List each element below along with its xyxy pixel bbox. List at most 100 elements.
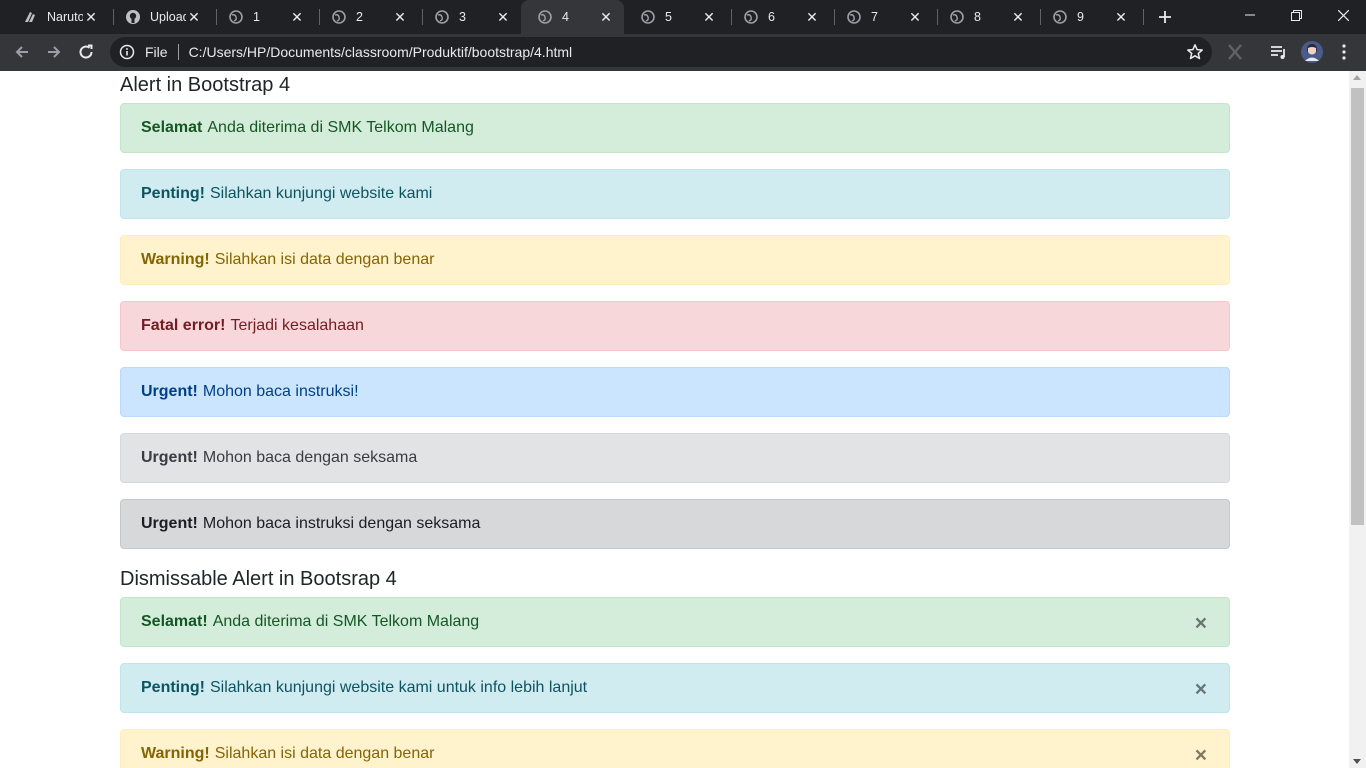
- close-icon[interactable]: ✕: [1010, 9, 1026, 25]
- dismissable-alert-warning: Warning! Silahkan isi data dengan benar …: [120, 729, 1230, 768]
- section-title-dismissable: Dismissable Alert in Bootsrap 4: [120, 568, 397, 590]
- close-icon[interactable]: ✕: [83, 9, 99, 25]
- tab-title: 9: [1077, 10, 1084, 24]
- alert-success: Selamat Anda diterima di SMK Telkom Mala…: [120, 103, 1230, 153]
- alert-strong: Selamat!: [141, 613, 208, 630]
- alert-text: Mohon baca dengan seksama: [202, 449, 418, 466]
- globe-icon: [846, 9, 862, 25]
- scrollbar-thumb[interactable]: [1351, 88, 1364, 525]
- alert-text: Silahkan isi data dengan benar: [214, 251, 435, 268]
- alert-text: Mohon baca instruksi dengan seksama: [202, 515, 481, 532]
- tab-3[interactable]: 3 ✕: [418, 0, 521, 34]
- globe-icon: [434, 9, 450, 25]
- reload-button[interactable]: [72, 38, 100, 66]
- alert-strong: Penting!: [141, 679, 205, 696]
- tab-title: 5: [665, 10, 672, 24]
- alert-strong: Urgent!: [141, 383, 198, 400]
- tab-8[interactable]: 8 ✕: [933, 0, 1036, 34]
- close-icon[interactable]: ✕: [1113, 9, 1129, 25]
- close-icon[interactable]: ✕: [495, 9, 511, 25]
- alert-text: Silahkan isi data dengan benar: [214, 745, 435, 762]
- page-viewport: Alert in Bootstrap 4 Selamat Anda diteri…: [0, 71, 1349, 768]
- alert-close-button[interactable]: ×: [1195, 745, 1207, 766]
- address-bar[interactable]: File C:/Users/HP/Documents/classroom/Pro…: [110, 37, 1212, 67]
- tab-5[interactable]: 5 ✕: [624, 0, 727, 34]
- new-tab-button[interactable]: [1153, 5, 1177, 29]
- tab-title: 2: [356, 10, 363, 24]
- restore-button[interactable]: [1273, 0, 1319, 30]
- url-text[interactable]: C:/Users/HP/Documents/classroom/Produkti…: [189, 44, 573, 60]
- alert-strong: Urgent!: [141, 449, 198, 466]
- bookmark-star-icon[interactable]: [1186, 43, 1204, 61]
- vertical-scrollbar[interactable]: [1349, 71, 1366, 768]
- extension-x-icon[interactable]: [1225, 42, 1245, 62]
- scroll-up-arrow-icon[interactable]: [1353, 75, 1361, 80]
- globe-icon: [1052, 9, 1068, 25]
- tab-naruto[interactable]: Naruto ✕: [6, 0, 109, 34]
- github-icon: [125, 9, 141, 25]
- tab-2[interactable]: 2 ✕: [315, 0, 418, 34]
- dismissable-alert-success: Selamat! Anda diterima di SMK Telkom Mal…: [120, 597, 1230, 647]
- alert-strong: Warning!: [141, 251, 210, 268]
- tab-title: 1: [253, 10, 260, 24]
- alert-text: Terjadi kesalahaan: [230, 317, 364, 334]
- globe-icon: [640, 9, 656, 25]
- alert-strong: Urgent!: [141, 515, 198, 532]
- alert-dark: Urgent! Mohon baca instruksi dengan seks…: [120, 499, 1230, 549]
- tab-title: Upload: [150, 10, 186, 24]
- tab-7[interactable]: 7 ✕: [830, 0, 933, 34]
- globe-icon: [228, 9, 244, 25]
- tab-4-active[interactable]: 4 ✕: [521, 0, 624, 34]
- close-icon[interactable]: ✕: [598, 9, 614, 25]
- globe-icon: [331, 9, 347, 25]
- browser-toolbar: File C:/Users/HP/Documents/classroom/Pro…: [0, 34, 1366, 71]
- globe-icon: [537, 9, 553, 25]
- tab-title: Naruto: [47, 10, 83, 24]
- tab-1[interactable]: 1 ✕: [212, 0, 315, 34]
- tab-strip: Naruto ✕ Upload ✕ 1 ✕ 2 ✕ 3 ✕ 4 ✕ 5 ✕ 6: [0, 0, 1366, 34]
- alert-text: Anda diterima di SMK Telkom Malang: [212, 613, 480, 630]
- alert-secondary: Urgent! Mohon baca dengan seksama: [120, 433, 1230, 483]
- alert-text: Mohon baca instruksi!: [202, 383, 359, 400]
- close-icon[interactable]: ✕: [701, 9, 717, 25]
- alert-text: Silahkan kunjungi website kami: [210, 185, 433, 202]
- alert-strong: Selamat: [141, 119, 203, 136]
- alert-strong: Warning!: [141, 745, 210, 762]
- alert-strong: Fatal error!: [141, 317, 226, 334]
- info-icon[interactable]: [119, 44, 135, 60]
- alert-close-button[interactable]: ×: [1195, 679, 1207, 700]
- forward-button[interactable]: [40, 38, 68, 66]
- close-icon[interactable]: ✕: [804, 9, 820, 25]
- tab-title: 8: [974, 10, 981, 24]
- alert-text: Silahkan kunjungi website kami untuk inf…: [210, 679, 588, 696]
- close-icon[interactable]: ✕: [186, 9, 202, 25]
- avatar[interactable]: [1300, 40, 1324, 64]
- scheme-label: File: [145, 44, 168, 60]
- alert-warning: Warning! Silahkan isi data dengan benar: [120, 235, 1230, 285]
- alert-danger: Fatal error! Terjadi kesalahaan: [120, 301, 1230, 351]
- tab-upload[interactable]: Upload ✕: [109, 0, 212, 34]
- scroll-down-arrow-icon[interactable]: [1353, 759, 1361, 764]
- close-icon[interactable]: ✕: [289, 9, 305, 25]
- minimize-button[interactable]: [1227, 0, 1273, 30]
- alert-primary: Urgent! Mohon baca instruksi!: [120, 367, 1230, 417]
- tab-title: 4: [562, 10, 569, 24]
- close-icon[interactable]: ✕: [907, 9, 923, 25]
- globe-icon: [743, 9, 759, 25]
- tab-title: 6: [768, 10, 775, 24]
- section-title-alerts: Alert in Bootstrap 4: [120, 74, 291, 96]
- more-menu-icon[interactable]: [1334, 42, 1354, 62]
- alert-close-button[interactable]: ×: [1195, 613, 1207, 634]
- media-control-icon[interactable]: [1269, 42, 1289, 62]
- close-window-button[interactable]: [1320, 0, 1366, 30]
- naruto-icon: [22, 9, 38, 25]
- tab-title: 7: [871, 10, 878, 24]
- back-button[interactable]: [8, 38, 36, 66]
- alert-info: Penting! Silahkan kunjungi website kami: [120, 169, 1230, 219]
- alert-strong: Penting!: [141, 185, 205, 202]
- tab-9[interactable]: 9 ✕: [1036, 0, 1139, 34]
- globe-icon: [949, 9, 965, 25]
- close-icon[interactable]: ✕: [392, 9, 408, 25]
- tab-6[interactable]: 6 ✕: [727, 0, 830, 34]
- dismissable-alert-info: Penting! Silahkan kunjungi website kami …: [120, 663, 1230, 713]
